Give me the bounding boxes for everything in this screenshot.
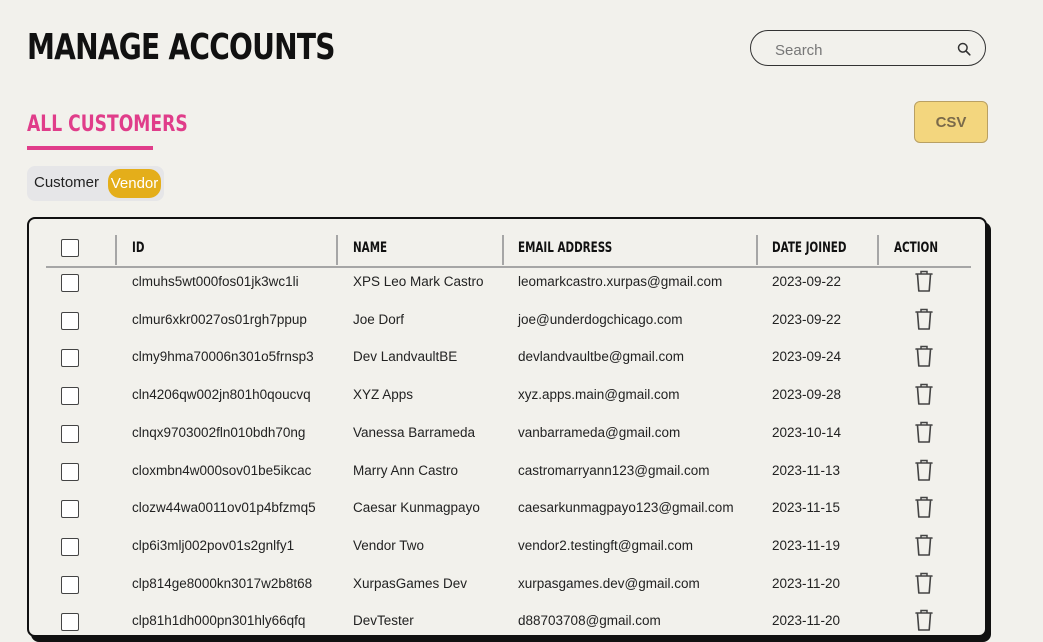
column-divider (877, 235, 879, 265)
column-header-action: ACTION (894, 240, 939, 256)
cell-name: Joe Dorf (353, 311, 405, 327)
row-checkbox[interactable] (61, 311, 79, 330)
section-title: ALL CUSTOMERS (27, 112, 188, 137)
search-input[interactable] (773, 39, 957, 61)
cell-id: clmy9hma70006n301o5frnsp3 (132, 349, 314, 365)
cell-id: cloxmbn4w000sov01be5ikcac (132, 462, 312, 478)
cell-email: vanbarrameda@gmail.com (518, 424, 681, 440)
trash-icon[interactable] (913, 307, 935, 331)
column-header-name[interactable]: NAME (353, 240, 387, 256)
table-row: clp81h1dh000pn301hly66qfq DevTester d88703… (29, 604, 985, 635)
cell-name: DevTester (353, 613, 414, 629)
cell-name: XPS Leo Mark Castro (353, 274, 484, 289)
cell-name: Caesar Kunmagpayo (353, 500, 480, 516)
page-title: MANAGE ACCOUNTS (27, 27, 335, 68)
cell-name: Marry Ann Castro (353, 462, 459, 478)
cell-id: clp6i3mlj002pov01s2gnlfy1 (132, 537, 295, 553)
cell-date-joined: 2023-11-20 (772, 613, 841, 629)
column-divider (336, 235, 338, 265)
cell-date-joined: 2023-09-24 (772, 349, 842, 365)
trash-icon[interactable] (913, 344, 935, 368)
cell-name: XYZ Apps (353, 387, 414, 403)
column-divider (115, 235, 117, 265)
row-checkbox[interactable] (61, 462, 79, 481)
row-checkbox[interactable] (61, 613, 79, 632)
row-checkbox[interactable] (61, 349, 79, 368)
cell-date-joined: 2023-09-22 (772, 311, 842, 327)
row-checkbox[interactable] (61, 500, 79, 519)
cell-id: cln4206qw002jn801h0qoucvq (132, 387, 311, 403)
cell-name: XurpasGames Dev (353, 575, 468, 591)
cell-id: clp81h1dh000pn301hly66qfq (132, 613, 306, 629)
cell-id: clmur6xkr0027os01rgh7ppup (132, 311, 307, 327)
cell-date-joined: 2023-10-14 (772, 424, 842, 440)
table-row: clmuhs5wt000fos01jk3wc1li XPS Leo Mark Ca… (29, 265, 985, 302)
cell-email: joe@underdogchicago.com (518, 311, 683, 327)
cell-email: xyz.apps.main@gmail.com (518, 387, 680, 403)
cell-date-joined: 2023-09-28 (772, 387, 842, 403)
table-row: clp6i3mlj002pov01s2gnlfy1 Vendor Two vendo… (29, 529, 985, 566)
cell-name: Vendor Two (353, 537, 425, 553)
search-icon[interactable] (957, 42, 971, 56)
cell-date-joined: 2023-11-15 (772, 500, 841, 516)
cell-id: clozw44wa0011ov01p4bfzmq5 (132, 500, 316, 516)
table-row: clnqx9703002fln010bdh70ng Vanessa Barrame… (29, 416, 985, 453)
table-row: clmur6xkr0027os01rgh7ppup Joe Dorf joe@und… (29, 303, 985, 340)
table-row: clp814ge8000kn3017w2b8t68 XurpasGames Dev… (29, 567, 985, 604)
toggle-customer-option[interactable]: Customer (34, 174, 99, 191)
table-row: cln4206qw002jn801h0qoucvq XYZ Apps xyz.app… (29, 378, 985, 415)
row-checkbox[interactable] (61, 274, 79, 292)
column-divider (502, 235, 504, 265)
cell-id: clmuhs5wt000fos01jk3wc1li (132, 274, 299, 289)
row-checkbox[interactable] (61, 424, 79, 443)
cell-date-joined: 2023-11-20 (772, 575, 841, 591)
cell-name: Dev LandvaultBE (353, 349, 458, 365)
trash-icon[interactable] (913, 571, 935, 595)
column-header-id[interactable]: ID (132, 240, 144, 256)
table-row: clmy9hma70006n301o5frnsp3 Dev LandvaultBE… (29, 340, 985, 377)
table-row: cloxmbn4w000sov01be5ikcac Marry Ann Castr… (29, 454, 985, 491)
cell-email: castromarryann123@gmail.com (518, 462, 710, 478)
account-type-toggle: Customer Vendor (27, 166, 164, 201)
cell-email: leomarkcastro.xurpas@gmail.com (518, 274, 723, 289)
search-box[interactable] (750, 30, 986, 66)
trash-icon[interactable] (913, 382, 935, 406)
row-checkbox[interactable] (61, 537, 79, 556)
cell-email: caesarkunmagpayo123@gmail.com (518, 500, 734, 516)
trash-icon[interactable] (913, 458, 935, 482)
trash-icon[interactable] (913, 608, 935, 632)
toggle-vendor-option[interactable]: Vendor (108, 169, 161, 198)
select-all-checkbox[interactable] (61, 239, 79, 257)
cell-id: clnqx9703002fln010bdh70ng (132, 424, 306, 440)
trash-icon[interactable] (913, 495, 935, 519)
table-header: ID NAME EMAIL ADDRESS DATE JOINED ACTION (46, 234, 971, 268)
column-header-date-joined[interactable]: DATE JOINED (772, 240, 846, 256)
row-checkbox[interactable] (61, 387, 79, 406)
cell-id: clp814ge8000kn3017w2b8t68 (132, 575, 313, 591)
cell-date-joined: 2023-11-19 (772, 537, 841, 553)
cell-email: d88703708@gmail.com (518, 613, 661, 629)
column-header-email[interactable]: EMAIL ADDRESS (518, 240, 612, 256)
trash-icon[interactable] (913, 533, 935, 557)
cell-email: vendor2.testingft@gmail.com (518, 537, 694, 553)
csv-export-button[interactable]: CSV (914, 101, 988, 143)
accounts-table: ID NAME EMAIL ADDRESS DATE JOINED ACTION… (27, 217, 987, 637)
cell-name: Vanessa Barrameda (353, 424, 476, 440)
cell-date-joined: 2023-11-13 (772, 462, 841, 478)
cell-date-joined: 2023-09-22 (772, 274, 842, 289)
section-underline (27, 146, 153, 150)
cell-email: devlandvaultbe@gmail.com (518, 349, 685, 365)
row-checkbox[interactable] (61, 575, 79, 594)
table-row: clozw44wa0011ov01p4bfzmq5 Caesar Kunmagpa… (29, 491, 985, 528)
column-divider (756, 235, 758, 265)
cell-email: xurpasgames.dev@gmail.com (518, 575, 700, 591)
trash-icon[interactable] (913, 269, 935, 293)
trash-icon[interactable] (913, 420, 935, 444)
